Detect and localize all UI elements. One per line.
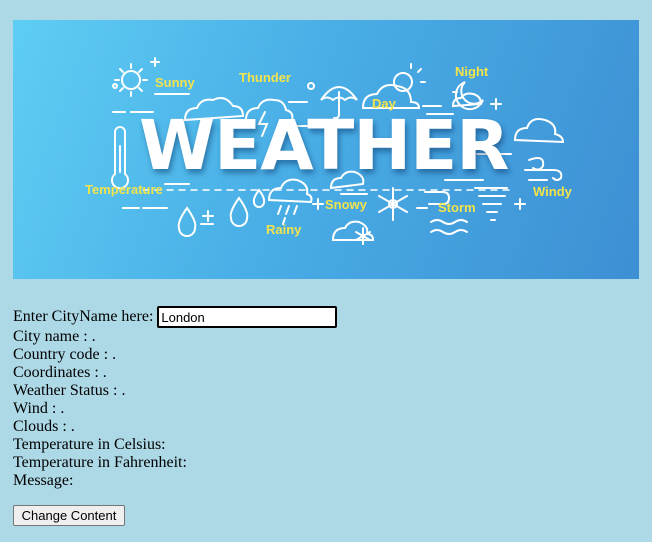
message-field: Message:	[13, 472, 74, 489]
temperature-celsius-field: Temperature in Celsius:	[13, 436, 166, 453]
banner-word-rainy: Rainy	[266, 222, 302, 237]
snowflake-icon	[378, 187, 408, 221]
weather-banner: WEATHER Sunny Thunder Night Day Temperat…	[13, 20, 639, 279]
banner-word-windy: Windy	[533, 184, 572, 199]
tornado-icon	[474, 187, 508, 221]
city-name-field: City name : .	[13, 328, 96, 345]
clouds-field: Clouds : .	[13, 418, 75, 435]
banner-word-snowy: Snowy	[325, 197, 367, 212]
weather-status-field: Weather Status : .	[13, 382, 126, 399]
temperature-fahrenheit-field: Temperature in Fahrenheit:	[13, 454, 187, 471]
thermometer-icon	[111, 126, 129, 190]
country-code-field: Country code : .	[13, 346, 117, 363]
banner-title: WEATHER	[139, 106, 509, 186]
coordinates-field: Coordinates : .	[13, 364, 107, 381]
weather-form: Enter CityName here: City name : . Count…	[13, 306, 338, 490]
banner-word-storm: Storm	[438, 200, 476, 215]
banner-word-night: Night	[455, 64, 489, 79]
rain-cloud-icon	[267, 178, 313, 225]
sun-icon	[114, 63, 148, 97]
banner-word-day: Day	[372, 96, 396, 111]
banner-word-temperature: Temperature	[85, 182, 163, 197]
city-input-row: Enter CityName here:	[13, 306, 338, 328]
city-input-label: Enter CityName here:	[13, 308, 154, 325]
banner-word-thunder: Thunder	[239, 70, 291, 85]
banner-word-sunny: Sunny	[155, 75, 195, 90]
change-content-button[interactable]: Change Content	[13, 505, 125, 526]
city-input[interactable]	[157, 306, 338, 328]
wind-field: Wind : .	[13, 400, 65, 417]
